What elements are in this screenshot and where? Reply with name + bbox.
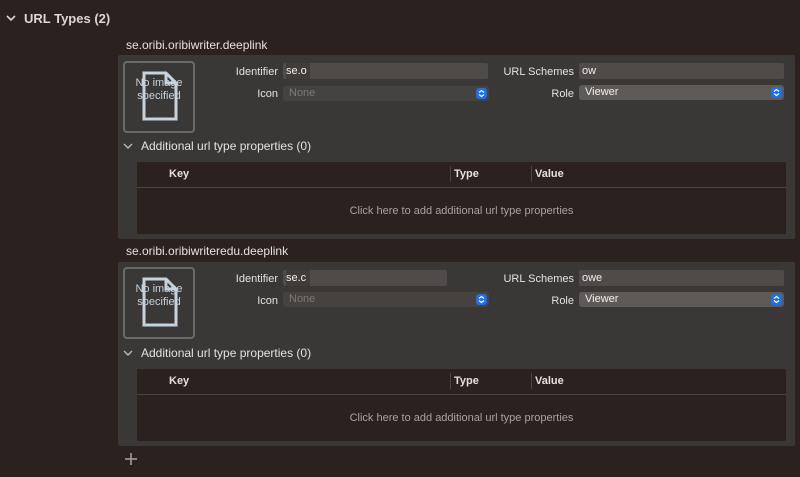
role-label: Role (551, 88, 574, 100)
no-image-text: No image specified (135, 283, 183, 308)
image-well[interactable]: No image specified (123, 267, 195, 339)
identifier-field[interactable]: se.o (283, 63, 488, 79)
url-schemes-field[interactable]: ow (579, 63, 784, 79)
url-schemes-label: URL Schemes (503, 273, 574, 285)
chevron-down-icon[interactable] (6, 13, 16, 23)
additional-properties-toggle[interactable]: Additional url type properties (0) (123, 346, 311, 360)
role-popup[interactable]: Viewer (579, 85, 784, 100)
additional-properties-label: Additional url type properties (0) (141, 139, 312, 153)
identifier-field[interactable]: se.c (283, 270, 447, 286)
url-schemes-label: URL Schemes (503, 66, 574, 78)
column-divider (531, 373, 532, 389)
role-popup[interactable]: Viewer (579, 292, 784, 307)
popup-stepper-icon (771, 294, 782, 305)
additional-properties-toggle[interactable]: Additional url type properties (0) (123, 139, 311, 153)
chevron-down-icon[interactable] (123, 348, 133, 358)
chevron-down-icon[interactable] (123, 141, 133, 151)
popup-stepper-icon (476, 88, 487, 99)
popup-stepper-icon (476, 294, 487, 305)
identifier-label: Identifier (235, 66, 278, 78)
no-image-text: No image specified (135, 77, 183, 102)
column-divider (531, 166, 532, 182)
column-value-header[interactable]: Value (535, 375, 564, 387)
icon-popup[interactable]: None (283, 86, 489, 101)
add-url-type-button[interactable] (124, 450, 138, 470)
column-type-header[interactable]: Type (454, 168, 479, 180)
column-divider (450, 373, 451, 389)
add-property-hint[interactable]: Click here to add additional url type pr… (137, 205, 786, 217)
identifier-label: Identifier (235, 273, 278, 285)
url-types-header[interactable]: URL Types (2) (6, 9, 110, 27)
plus-icon (125, 453, 137, 465)
column-key-header[interactable]: Key (169, 168, 189, 180)
icon-label: Icon (257, 295, 278, 307)
role-label: Role (551, 295, 574, 307)
image-well[interactable]: No image specified (123, 61, 195, 133)
table-header-divider (137, 187, 786, 188)
popup-stepper-icon (771, 87, 782, 98)
column-divider (450, 166, 451, 182)
column-key-header[interactable]: Key (169, 375, 189, 387)
url-schemes-field[interactable]: owe (579, 270, 784, 286)
entry-title: se.oribi.oribiwriteredu.deeplink (126, 244, 289, 258)
additional-properties-label: Additional url type properties (0) (141, 346, 312, 360)
add-property-hint[interactable]: Click here to add additional url type pr… (137, 412, 786, 424)
column-type-header[interactable]: Type (454, 375, 479, 387)
table-header-divider (137, 394, 786, 395)
icon-popup[interactable]: None (283, 292, 489, 307)
section-title: URL Types (2) (24, 10, 111, 26)
entry-title: se.oribi.oribiwriter.deeplink (126, 38, 268, 52)
icon-label: Icon (257, 88, 278, 100)
column-value-header[interactable]: Value (535, 168, 564, 180)
